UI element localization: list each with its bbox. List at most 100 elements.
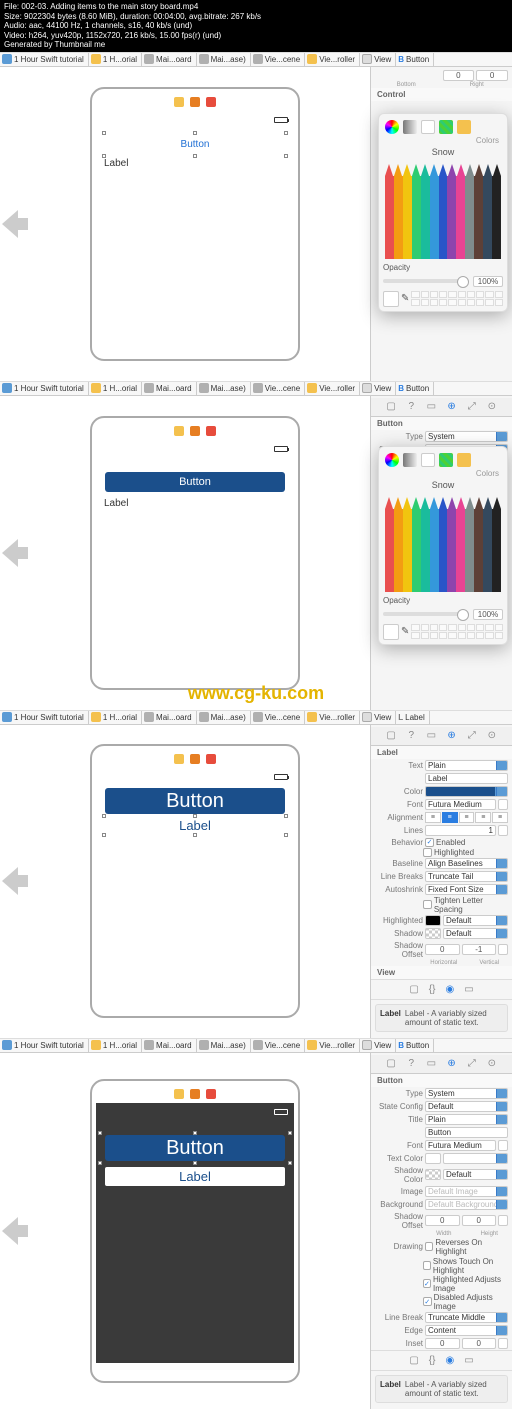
inspector-panel: ▢?▭ ⊕ ⤢⊙ Button TypeSystem State ConfigD… bbox=[370, 1053, 512, 1409]
dot-icon[interactable] bbox=[206, 97, 216, 107]
folder-icon bbox=[91, 54, 101, 64]
opacity-label: Opacity bbox=[383, 263, 410, 272]
crumb-4[interactable]: Vie...cene bbox=[251, 53, 305, 66]
canvas-label[interactable]: Label bbox=[104, 498, 286, 509]
crumb-view[interactable]: View bbox=[360, 53, 396, 66]
help-tab-icon[interactable]: ? bbox=[404, 400, 418, 414]
canvas-button[interactable]: Button bbox=[165, 137, 225, 152]
sliders-icon[interactable] bbox=[403, 453, 417, 467]
canvas-label[interactable]: Label bbox=[104, 158, 286, 169]
color-picker-popup: Colors Snow bbox=[378, 113, 508, 312]
attributes-tab-icon[interactable]: ⊕ bbox=[445, 1057, 459, 1071]
sliders-icon[interactable] bbox=[403, 120, 417, 134]
inspector-tabs: ▢ ? ▭ ⊕ ⤢ ⊙ bbox=[371, 398, 512, 417]
crumb-5[interactable]: Vie...roller bbox=[305, 53, 360, 66]
canvas-label[interactable]: Label bbox=[105, 1167, 285, 1186]
opacity-slider[interactable] bbox=[383, 279, 469, 283]
crayon-orange[interactable] bbox=[394, 164, 403, 259]
connections-tab-icon[interactable]: ⊙ bbox=[485, 400, 499, 414]
file-line: File: 002-03. Adding items to the main s… bbox=[4, 2, 508, 12]
canvas-button[interactable]: Button bbox=[105, 1135, 285, 1161]
color-select[interactable] bbox=[425, 786, 508, 797]
wheel-icon[interactable] bbox=[385, 453, 399, 467]
alignment-group[interactable]: ≡≡≡≡≡ bbox=[425, 812, 508, 823]
crayon-purple[interactable] bbox=[447, 164, 456, 259]
bottom-input[interactable]: 0 bbox=[443, 70, 475, 81]
crayon-indigo[interactable] bbox=[439, 164, 448, 259]
text-input[interactable]: Label bbox=[425, 773, 508, 784]
file-icon bbox=[144, 54, 154, 64]
breadcrumb: 1 Hour Swift tutorial 1 H...orial Mai...… bbox=[0, 382, 512, 396]
crumb-button[interactable]: BButton bbox=[396, 53, 434, 66]
crayon-box[interactable] bbox=[383, 492, 503, 592]
swatch-grid[interactable] bbox=[411, 291, 503, 306]
canvas-button[interactable]: Button bbox=[105, 472, 285, 492]
crayon-box[interactable] bbox=[383, 159, 503, 259]
palette-icon[interactable] bbox=[421, 120, 435, 134]
library-toolbar: ▢{}◉▭ bbox=[371, 979, 512, 1000]
arrow-icon bbox=[0, 861, 28, 901]
canvas-area[interactable]: Button Label bbox=[0, 396, 370, 710]
wheel-icon[interactable] bbox=[385, 120, 399, 134]
crayon-red[interactable] bbox=[385, 164, 394, 259]
crumb-3[interactable]: Mai...ase) bbox=[197, 53, 251, 66]
title-input[interactable]: Button bbox=[425, 1127, 508, 1138]
canvas-area[interactable]: Button Label bbox=[0, 1053, 370, 1409]
spectrum-icon[interactable] bbox=[439, 453, 453, 467]
dot-icon[interactable] bbox=[190, 97, 200, 107]
audio-line: Audio: aac, 44100 Hz, 1 channels, s16, 4… bbox=[4, 21, 508, 31]
text-type-select[interactable]: Plain bbox=[425, 760, 508, 771]
breadcrumb: 1 Hour Swift tutorial 1 H...orial Mai...… bbox=[0, 53, 512, 67]
crumb-2[interactable]: Mai...oard bbox=[142, 53, 197, 66]
inspector-panel: ▢?▭ ⊕ ⤢⊙ Label TextPlain Label Color Fon… bbox=[370, 725, 512, 1038]
canvas-area[interactable]: Button Label bbox=[0, 67, 370, 381]
color-well[interactable] bbox=[383, 291, 399, 307]
segment-3: 1 Hour Swift tutorial 1 H...orial Mai...… bbox=[0, 710, 512, 1038]
device-screen[interactable]: Button Label bbox=[96, 111, 294, 341]
arrow-icon bbox=[0, 1211, 28, 1251]
identity-tab-icon[interactable]: ▭ bbox=[424, 400, 438, 414]
palette-icon[interactable] bbox=[421, 453, 435, 467]
crayons-icon[interactable] bbox=[457, 453, 471, 467]
crayon-green[interactable] bbox=[412, 164, 421, 259]
canvas-area[interactable]: Button Label bbox=[0, 725, 370, 1038]
spectrum-icon[interactable] bbox=[439, 120, 453, 134]
file-icon bbox=[253, 54, 263, 64]
crayon-blue[interactable] bbox=[430, 164, 439, 259]
control-section: Control bbox=[371, 88, 512, 101]
arrow-icon bbox=[0, 533, 28, 573]
dot-icon[interactable] bbox=[174, 97, 184, 107]
crumb-1[interactable]: 1 H...orial bbox=[89, 53, 142, 66]
attributes-tab-icon[interactable]: ⊕ bbox=[445, 729, 459, 743]
crayon-name: Snow bbox=[383, 147, 503, 157]
crayon-yellow[interactable] bbox=[403, 164, 412, 259]
color-well[interactable] bbox=[383, 624, 399, 640]
crayon-pink[interactable] bbox=[456, 164, 465, 259]
font-stepper[interactable] bbox=[498, 799, 508, 810]
library-item-label[interactable]: Label Label - A variably sized amount of… bbox=[375, 1375, 508, 1403]
attributes-tab-icon[interactable]: ⊕ bbox=[445, 400, 459, 414]
canvas-button[interactable]: Button bbox=[105, 788, 285, 814]
library-item-label[interactable]: Label Label - A variably sized amount of… bbox=[375, 1004, 508, 1032]
crayon-dark[interactable] bbox=[483, 164, 492, 259]
crayon-black[interactable] bbox=[492, 164, 501, 259]
device-frame: Button Label bbox=[90, 744, 300, 1018]
view-icon bbox=[362, 54, 372, 64]
opacity-value[interactable]: 100% bbox=[473, 276, 503, 287]
crayons-icon[interactable] bbox=[457, 120, 471, 134]
crayon-teal[interactable] bbox=[421, 164, 430, 259]
canvas-label[interactable]: Label bbox=[102, 818, 288, 833]
right-input[interactable]: 0 bbox=[476, 70, 508, 81]
eyedropper-icon[interactable]: ✎ bbox=[401, 293, 409, 304]
device-frame: Button Label bbox=[90, 87, 300, 361]
size-tab-icon[interactable]: ⤢ bbox=[465, 400, 479, 414]
crumb-root[interactable]: 1 Hour Swift tutorial bbox=[0, 53, 89, 66]
type-select[interactable]: System bbox=[425, 431, 508, 442]
crayon-brown[interactable] bbox=[474, 164, 483, 259]
eyedropper-icon[interactable]: ✎ bbox=[401, 626, 409, 637]
font-input[interactable]: Futura Medium 19.0 bbox=[425, 799, 496, 810]
opacity-slider[interactable] bbox=[383, 612, 469, 616]
file-tab-icon[interactable]: ▢ bbox=[384, 400, 398, 414]
lines-input[interactable]: 1 bbox=[425, 825, 496, 836]
crayon-gray[interactable] bbox=[465, 164, 474, 259]
